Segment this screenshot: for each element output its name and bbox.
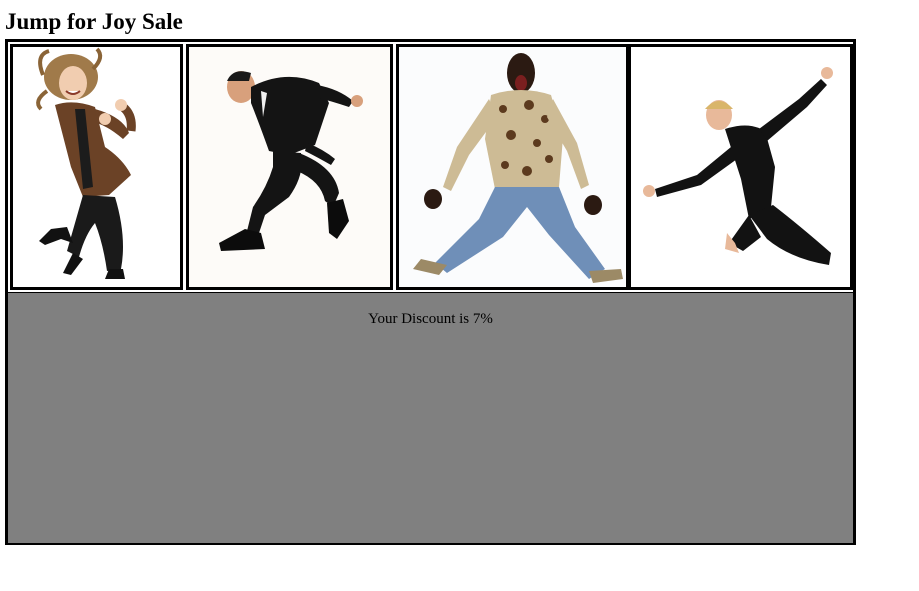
sale-board: Your Discount is 7%: [5, 39, 856, 545]
woman-jacket-figure: [36, 47, 136, 279]
woman-leotard-figure: [643, 67, 833, 265]
page-title: Jump for Joy Sale: [5, 9, 183, 34]
photo-jumper-3[interactable]: [396, 44, 629, 290]
man-jeans-figure: [413, 53, 623, 283]
photo-jumper-4[interactable]: [628, 44, 853, 290]
photo-jumper-2[interactable]: [186, 44, 393, 290]
man-suit-figure: [219, 71, 363, 251]
discount-panel: Your Discount is 7%: [8, 292, 853, 543]
discount-message: Your Discount is 7%: [368, 311, 493, 327]
photo-jumper-1[interactable]: [10, 44, 183, 290]
